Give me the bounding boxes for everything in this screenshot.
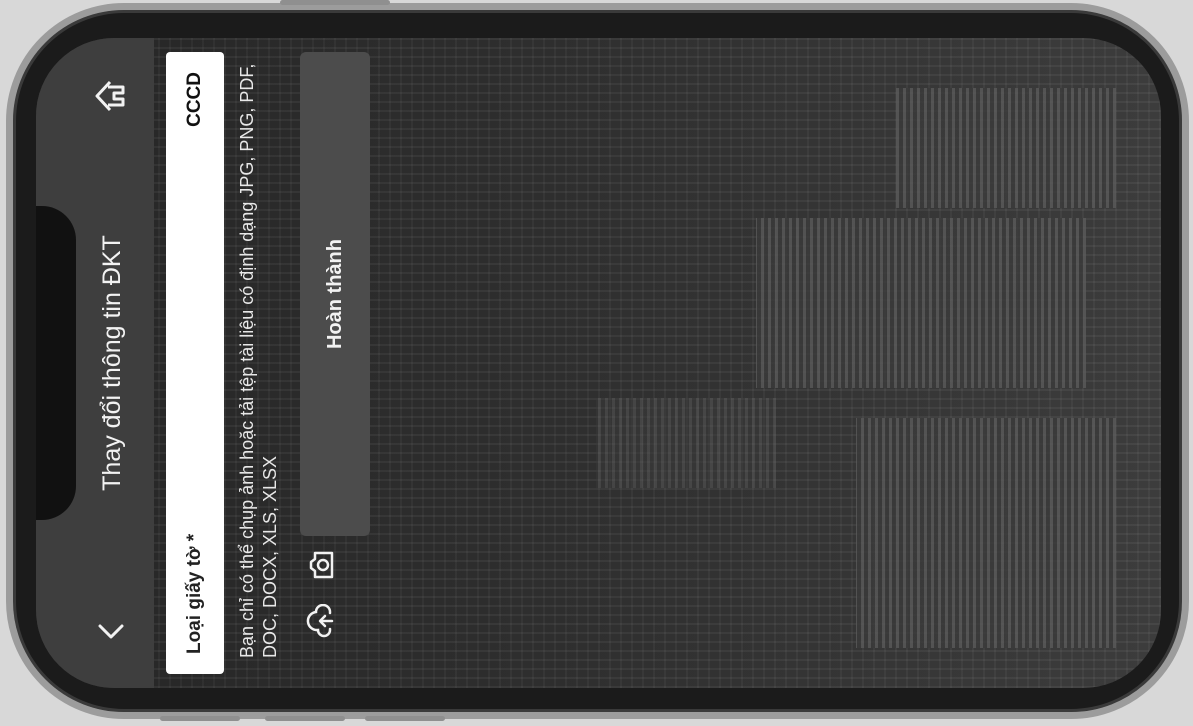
home-icon[interactable] bbox=[92, 78, 128, 114]
side-button bbox=[160, 716, 240, 721]
done-button[interactable]: Hoàn thành bbox=[300, 52, 370, 536]
page-title: Thay đổi thông tin ĐKT bbox=[98, 235, 126, 491]
document-type-label: Loại giấy tờ * bbox=[184, 533, 205, 654]
screen: Thay đổi thông tin ĐKT Loại giấy tờ * CC… bbox=[36, 38, 1161, 688]
building-shape bbox=[596, 398, 776, 488]
camera-icon[interactable] bbox=[304, 548, 338, 582]
notch bbox=[36, 206, 76, 520]
document-type-select[interactable]: Loại giấy tờ * CCCD bbox=[166, 52, 224, 674]
side-button bbox=[265, 716, 345, 721]
building-shape bbox=[756, 218, 1086, 388]
cloud-upload-icon[interactable] bbox=[304, 604, 338, 638]
building-shape bbox=[896, 88, 1116, 208]
upload-hint: Bạn chỉ có thể chụp ảnh hoặc tải tệp tài… bbox=[237, 63, 280, 658]
app-screen: Thay đổi thông tin ĐKT Loại giấy tờ * CC… bbox=[36, 38, 1161, 688]
app-header: Thay đổi thông tin ĐKT bbox=[36, 38, 154, 688]
building-shape bbox=[856, 418, 1116, 648]
side-button bbox=[280, 0, 390, 5]
document-type-value: CCCD bbox=[184, 72, 205, 127]
side-button bbox=[365, 716, 445, 721]
chevron-left-icon[interactable] bbox=[94, 614, 128, 648]
